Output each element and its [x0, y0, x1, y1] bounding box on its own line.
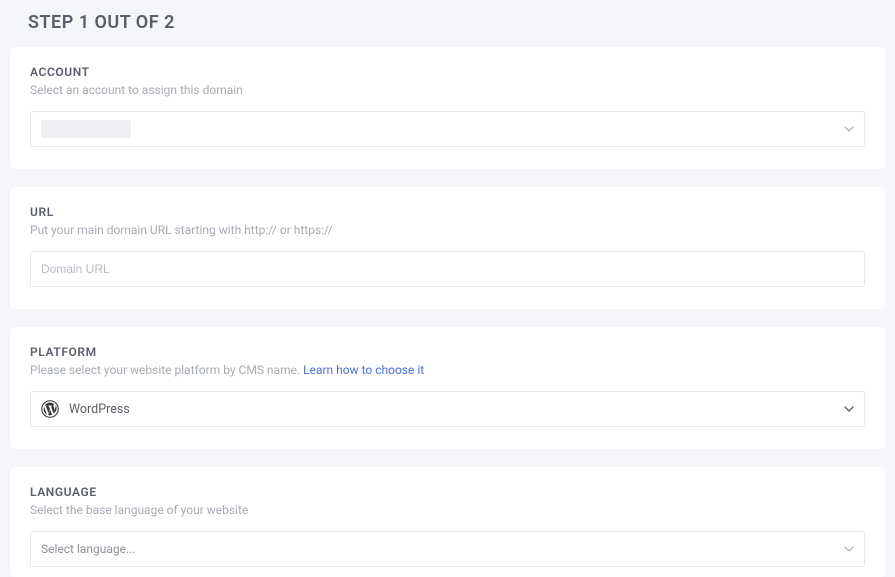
url-input[interactable]: [41, 262, 854, 276]
account-help: Select an account to assign this domain: [30, 83, 865, 97]
chevron-down-icon: [844, 546, 854, 552]
url-card: URL Put your main domain URL starting wi…: [10, 187, 885, 309]
page-title: STEP 1 OUT OF 2: [10, 0, 885, 47]
url-input-wrap: [30, 251, 865, 287]
wordpress-icon: [41, 400, 59, 418]
account-card: ACCOUNT Select an account to assign this…: [10, 47, 885, 169]
platform-select[interactable]: WordPress: [30, 391, 865, 427]
language-placeholder: Select language...: [41, 542, 136, 556]
account-select[interactable]: [30, 111, 865, 147]
language-help: Select the base language of your website: [30, 503, 865, 517]
platform-help: Please select your website platform by C…: [30, 363, 865, 377]
language-select[interactable]: Select language...: [30, 531, 865, 567]
url-help: Put your main domain URL starting with h…: [30, 223, 865, 237]
platform-selected-value: WordPress: [69, 402, 130, 417]
language-label: LANGUAGE: [30, 485, 865, 499]
platform-label: PLATFORM: [30, 345, 865, 359]
language-card: LANGUAGE Select the base language of you…: [10, 467, 885, 577]
chevron-down-icon: [844, 126, 854, 132]
platform-help-text: Please select your website platform by C…: [30, 363, 303, 377]
platform-card: PLATFORM Please select your website plat…: [10, 327, 885, 449]
account-label: ACCOUNT: [30, 65, 865, 79]
chevron-down-icon: [844, 406, 854, 412]
platform-learn-more-link[interactable]: Learn how to choose it: [303, 363, 424, 377]
url-label: URL: [30, 205, 865, 219]
account-selected-value-redacted: [41, 120, 131, 138]
